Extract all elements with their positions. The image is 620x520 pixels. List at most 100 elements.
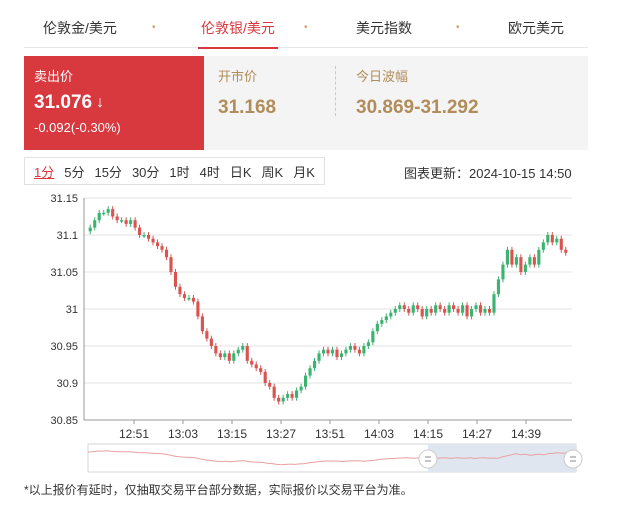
x-tick-label: 14:39 [511, 427, 541, 438]
candle-body [277, 397, 281, 402]
candle-body [169, 257, 173, 272]
candle-body [550, 235, 554, 243]
candle-body [492, 294, 496, 313]
candle-body [308, 368, 312, 376]
candle-body [182, 294, 187, 298]
candle-body [496, 279, 501, 295]
candle-body [326, 349, 330, 354]
tab-3[interactable]: 欧元美元 [506, 8, 566, 48]
candle-body [259, 368, 263, 372]
candle-body [465, 305, 469, 317]
open-value: 31.168 [218, 97, 277, 118]
candle-body [335, 349, 339, 358]
y-tick-label: 31 [66, 304, 78, 316]
period-tab-8[interactable]: 月K [293, 162, 315, 181]
candle-body [532, 257, 536, 265]
candle-body [434, 305, 438, 313]
candle-body [129, 220, 133, 224]
candle-body [93, 220, 97, 228]
candle-body [375, 323, 379, 332]
candle-body [456, 309, 460, 313]
candle-body [295, 390, 299, 398]
candle-body [541, 242, 545, 250]
candle-body [209, 338, 213, 346]
candle-body [443, 309, 447, 313]
x-tick-label: 12:51 [119, 427, 149, 438]
candle-body [348, 346, 352, 350]
tab-0[interactable]: 伦敦金/美元 [42, 8, 118, 48]
candle-body [411, 305, 415, 313]
tab-separator-icon: • [152, 22, 156, 33]
candle-body [111, 209, 115, 217]
tab-2[interactable]: 美元指数 [354, 8, 414, 48]
candle-body [447, 305, 451, 313]
quote-panel: 卖出价 31.076 ↓ -0.092(-0.30%) 开市价 31.168 今… [24, 56, 588, 150]
candle-body [505, 249, 510, 265]
candle-body [487, 309, 492, 313]
candle-body [393, 309, 397, 313]
tab-1[interactable]: 伦敦银/美元 [192, 8, 284, 49]
drag-handle-icon[interactable] [563, 449, 583, 469]
chart-navigator[interactable] [0, 440, 620, 476]
candle-body [290, 394, 294, 398]
candle-body [241, 346, 245, 350]
candle-body [272, 386, 276, 398]
period-tab-3[interactable]: 30分 [132, 162, 159, 181]
drag-handle-icon[interactable] [418, 449, 438, 469]
range-box: 今日波幅 30.869-31.292 [356, 66, 479, 119]
candle-body [514, 257, 518, 265]
candle-body [115, 216, 119, 221]
candle-body [200, 316, 204, 332]
period-tab-4[interactable]: 1时 [169, 162, 189, 181]
candle-body [402, 305, 406, 309]
sell-change: -0.092(-0.30%) [34, 120, 121, 135]
candle-body [196, 301, 200, 317]
candle-body [546, 235, 550, 243]
candle-body [555, 238, 559, 243]
candle-body [559, 238, 563, 250]
period-tab-0[interactable]: 1分 [34, 162, 54, 181]
candle-body [537, 249, 541, 265]
candle-body [528, 257, 532, 265]
candle-body [178, 286, 182, 295]
candle-body [317, 353, 321, 361]
x-tick-label: 14:27 [462, 427, 492, 438]
period-tab-5[interactable]: 4时 [200, 162, 220, 181]
candle-body [474, 305, 478, 309]
candle-body [416, 305, 420, 309]
candle-body [205, 331, 209, 339]
period-tab-6[interactable]: 日K [230, 162, 252, 181]
candle-body [146, 235, 151, 239]
candle-body [124, 220, 128, 224]
x-tick-label: 14:03 [364, 427, 394, 438]
sell-price-value: 31.076 [34, 92, 93, 113]
candle-body [452, 305, 456, 309]
candle-body [438, 305, 442, 309]
market-tabs: 伦敦金/美元 • 伦敦银/美元 • 美元指数 • 欧元美元 [24, 8, 588, 49]
candle-body [106, 209, 110, 213]
candle-body [501, 264, 505, 280]
period-tabs: 1分 5分 15分 30分 1时 4时 日K 周K 月K [24, 157, 325, 185]
candle-body [286, 394, 290, 398]
y-tick-label: 31.1 [57, 230, 78, 242]
sell-label: 卖出价 [34, 69, 74, 84]
candle-body [321, 349, 326, 354]
period-tab-2[interactable]: 15分 [94, 162, 121, 181]
candle-body [138, 227, 142, 235]
price-chart[interactable]: 31.15 31.1 31.05 31 30.95 30.9 30.85 12:51 13:03… [0, 188, 620, 438]
candle-body [304, 375, 308, 387]
candle-body [299, 386, 303, 391]
candle-body [483, 309, 487, 313]
period-tab-7[interactable]: 周K [262, 162, 284, 181]
candle-body [102, 212, 106, 215]
period-tab-1[interactable]: 5分 [64, 162, 84, 181]
candle-body [218, 353, 222, 358]
candle-body [339, 353, 344, 358]
y-tick-label: 30.85 [50, 415, 78, 427]
candle-body [232, 353, 236, 361]
open-price-box: 开市价 31.168 [218, 66, 276, 119]
quote-divider [335, 66, 336, 116]
candle-body [362, 346, 366, 354]
candle-body [227, 353, 231, 361]
candle-body [425, 309, 429, 317]
